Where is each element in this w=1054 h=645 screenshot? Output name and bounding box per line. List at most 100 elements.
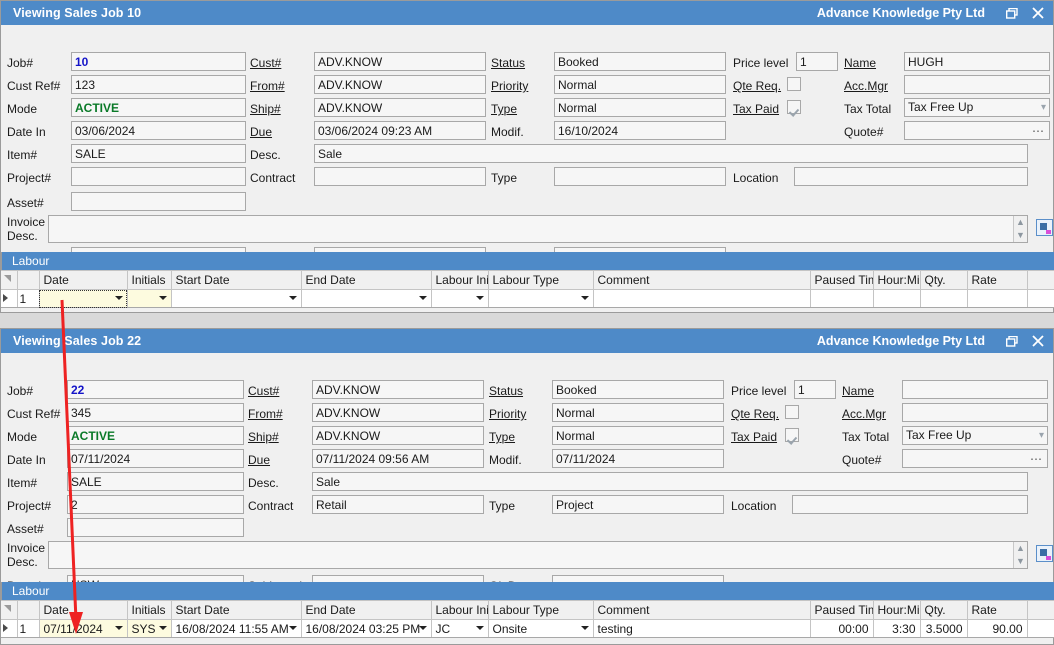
cell-labour-type[interactable]: Onsite xyxy=(488,620,593,638)
price-level-input[interactable] xyxy=(794,380,836,399)
cell-date[interactable] xyxy=(39,290,127,308)
col-start-date[interactable]: Start Date xyxy=(171,271,301,290)
ellipsis-icon[interactable]: ⋯ xyxy=(1030,451,1043,468)
priority-input[interactable] xyxy=(554,75,726,94)
tax-paid-checkbox[interactable] xyxy=(787,100,801,114)
chevron-down-icon[interactable] xyxy=(115,626,123,630)
col-labour-type[interactable]: Labour Type xyxy=(488,271,593,290)
cell-comment[interactable]: testing xyxy=(593,620,810,638)
grid-corner-icon[interactable] xyxy=(1,271,17,290)
priority-input[interactable] xyxy=(552,403,724,422)
quote-no-lookup[interactable]: ⋯ xyxy=(904,121,1050,140)
col-end-date[interactable]: End Date xyxy=(301,601,431,620)
col-rate[interactable]: Rate xyxy=(967,271,1027,290)
qte-req-checkbox[interactable] xyxy=(787,77,801,91)
cell-labour-type[interactable] xyxy=(488,290,593,308)
due-input[interactable] xyxy=(312,449,484,468)
table-row[interactable]: 1 xyxy=(1,290,1054,308)
cust-no-input[interactable] xyxy=(314,52,486,71)
modif-input[interactable] xyxy=(554,121,726,140)
restore-icon[interactable] xyxy=(999,330,1025,352)
cell-qty[interactable]: 3.5000 xyxy=(920,620,967,638)
ellipsis-icon[interactable]: ⋯ xyxy=(1032,123,1045,140)
col-comment[interactable]: Comment xyxy=(593,601,810,620)
from-no-input[interactable] xyxy=(312,403,484,422)
cust-ref-no-input[interactable] xyxy=(71,75,246,94)
close-icon[interactable] xyxy=(1025,2,1051,24)
memo-scrollbar[interactable]: ▲▼ xyxy=(1013,542,1027,568)
asset-no-input[interactable] xyxy=(67,518,244,537)
scroll-up-icon[interactable]: ▲ xyxy=(1016,544,1025,553)
col-start-date[interactable]: Start Date xyxy=(171,601,301,620)
col-rate[interactable]: Rate xyxy=(967,601,1027,620)
qte-req-checkbox[interactable] xyxy=(785,405,799,419)
name-input[interactable] xyxy=(902,380,1048,399)
invoice-desc-memo[interactable]: ▲▼ xyxy=(48,541,1028,569)
cell-start-date[interactable] xyxy=(171,290,301,308)
col-date[interactable]: Date xyxy=(39,601,127,620)
ship-no-input[interactable] xyxy=(314,98,486,117)
project-no-input[interactable] xyxy=(71,167,246,186)
type-2-input[interactable] xyxy=(554,167,726,186)
quote-no-lookup[interactable]: ⋯ xyxy=(902,449,1048,468)
date-in-input[interactable] xyxy=(67,449,244,468)
job-no-input[interactable] xyxy=(67,380,244,399)
scroll-down-icon[interactable]: ▼ xyxy=(1016,557,1025,566)
col-paused-time[interactable]: Paused Time xyxy=(810,271,873,290)
location-input[interactable] xyxy=(794,167,1028,186)
cell-paused-time[interactable]: 00:00 xyxy=(810,620,873,638)
cell-end-date[interactable]: 16/08/2024 03:25 PM xyxy=(301,620,431,638)
desc-input[interactable] xyxy=(312,472,1028,491)
chevron-down-icon[interactable] xyxy=(419,626,427,630)
col-comment[interactable]: Comment xyxy=(593,271,810,290)
col-date[interactable]: Date xyxy=(39,271,127,290)
cell-labour-init[interactable] xyxy=(431,290,488,308)
from-no-input[interactable] xyxy=(314,75,486,94)
scroll-down-icon[interactable]: ▼ xyxy=(1016,231,1025,240)
col-end-date[interactable]: End Date xyxy=(301,271,431,290)
table-row[interactable]: 1 07/11/2024 SYS 16/08/2024 11:55 AM 16/… xyxy=(1,620,1054,638)
col-initials[interactable]: Initials xyxy=(127,601,171,620)
chevron-down-icon[interactable] xyxy=(159,626,167,630)
restore-icon[interactable] xyxy=(999,2,1025,24)
chevron-down-icon[interactable] xyxy=(419,296,427,300)
chevron-down-icon[interactable] xyxy=(289,296,297,300)
due-input[interactable] xyxy=(314,121,486,140)
cell-paused-time[interactable] xyxy=(810,290,873,308)
status-input[interactable] xyxy=(554,52,726,71)
ship-no-input[interactable] xyxy=(312,426,484,445)
price-level-input[interactable] xyxy=(796,52,838,71)
col-initials[interactable]: Initials xyxy=(127,271,171,290)
cell-rate[interactable] xyxy=(967,290,1027,308)
asset-no-input[interactable] xyxy=(71,192,246,211)
cust-ref-no-input[interactable] xyxy=(67,403,244,422)
cust-no-input[interactable] xyxy=(312,380,484,399)
chevron-down-icon[interactable]: ▾ xyxy=(1039,430,1044,442)
type-input[interactable] xyxy=(554,98,726,117)
cell-initials[interactable]: SYS xyxy=(127,620,171,638)
item-no-input[interactable] xyxy=(71,144,246,163)
modif-input[interactable] xyxy=(552,449,724,468)
col-labour-init[interactable]: Labour Init xyxy=(431,271,488,290)
chevron-down-icon[interactable] xyxy=(581,626,589,630)
contract-input[interactable] xyxy=(312,495,484,514)
col-hour-min[interactable]: Hour:Min xyxy=(873,601,920,620)
invoice-desc-note-icon[interactable] xyxy=(1036,545,1053,562)
location-input[interactable] xyxy=(792,495,1028,514)
invoice-desc-memo[interactable]: ▲▼ xyxy=(48,215,1028,243)
col-labour-init[interactable]: Labour Init xyxy=(431,601,488,620)
name-input[interactable] xyxy=(904,52,1050,71)
cell-qty[interactable] xyxy=(920,290,967,308)
acc-mgr-input[interactable] xyxy=(904,75,1050,94)
memo-scrollbar[interactable]: ▲▼ xyxy=(1013,216,1027,242)
project-no-input[interactable] xyxy=(67,495,244,514)
status-input[interactable] xyxy=(552,380,724,399)
cell-end-date[interactable] xyxy=(301,290,431,308)
cell-initials[interactable] xyxy=(127,290,171,308)
col-hour-min[interactable]: Hour:Min xyxy=(873,271,920,290)
desc-input[interactable] xyxy=(314,144,1028,163)
tax-total-combobox[interactable]: Tax Free Up▾ xyxy=(904,98,1050,117)
cell-labour-init[interactable]: JC xyxy=(431,620,488,638)
type-2-input[interactable] xyxy=(552,495,724,514)
type-input[interactable] xyxy=(552,426,724,445)
